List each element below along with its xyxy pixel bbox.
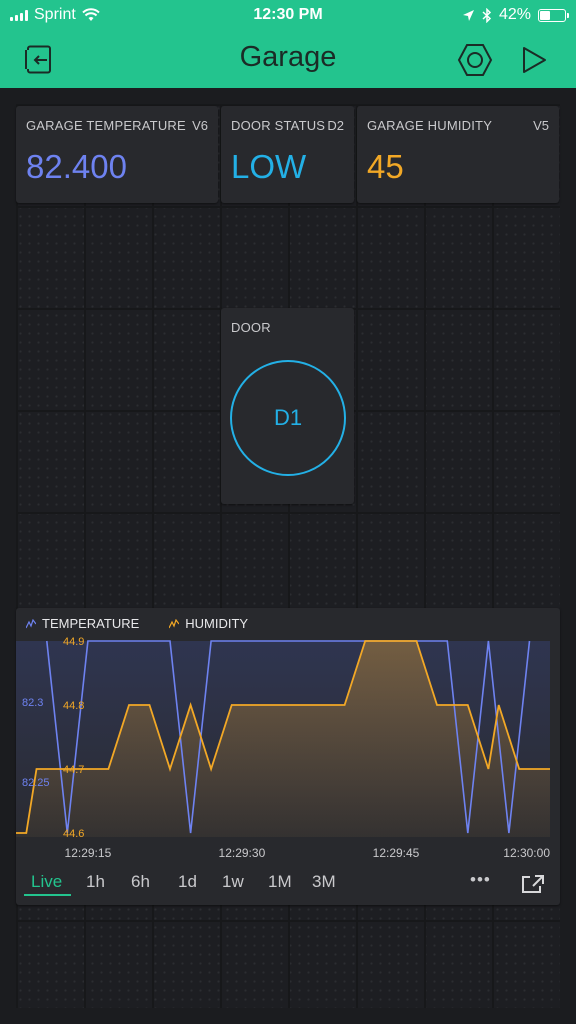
temperature-tick-label: 82.25	[22, 777, 50, 789]
humidity-label: GARAGE HUMIDITY	[367, 118, 493, 133]
status-bar: Sprint 12:30 PM 42%	[0, 0, 576, 32]
door-status-widget[interactable]: DOOR STATUS D2 LOW	[221, 106, 354, 203]
expand-icon[interactable]	[521, 874, 545, 894]
temperature-widget[interactable]: GARAGE TEMPERATURE V6 82.400	[16, 106, 218, 203]
period-1m[interactable]: 1M	[268, 872, 292, 892]
door-button-label: D1	[273, 405, 303, 430]
humidity-tick-label: 44.9	[63, 636, 84, 648]
period-1h[interactable]: 1h	[86, 872, 105, 892]
more-dots-icon[interactable]: •••	[470, 870, 491, 890]
x-tick-label: 12:29:45	[373, 846, 420, 860]
period-selector: Live 1h 6h 1d 1w 1M 3M •••	[16, 866, 558, 902]
temperature-tick-label: 82.3	[22, 697, 43, 709]
play-button[interactable]	[514, 40, 554, 80]
play-icon	[523, 47, 546, 73]
period-6h[interactable]: 6h	[131, 872, 150, 892]
door-label: DOOR	[231, 320, 271, 335]
hexagon-settings-icon	[457, 44, 493, 76]
humidity-tick-label: 44.8	[63, 700, 84, 712]
x-tick-label: 12:30:00	[503, 846, 550, 860]
temperature-pin: V6	[192, 118, 208, 133]
period-1w[interactable]: 1w	[222, 872, 244, 892]
header: Sprint 12:30 PM 42% Garage	[0, 0, 576, 88]
temperature-value: 82.400	[26, 148, 127, 185]
door-button-widget: DOOR D1	[221, 308, 354, 504]
active-period-underline	[24, 894, 71, 896]
period-live[interactable]: Live	[31, 872, 62, 892]
x-tick-label: 12:29:30	[219, 846, 266, 860]
door-status-label: DOOR STATUS	[231, 118, 326, 133]
humidity-pin: V5	[533, 118, 549, 133]
superchart-widget: TEMPERATURE HUMIDITY 44.9 44.8 44.7 44.6 82.…	[16, 608, 560, 905]
humidity-widget[interactable]: GARAGE HUMIDITY V5 45	[357, 106, 559, 203]
door-status-value: LOW	[231, 148, 307, 185]
temperature-label: GARAGE TEMPERATURE	[26, 118, 186, 133]
battery-percent: 42%	[498, 6, 531, 23]
nav-bar: Garage	[0, 32, 576, 88]
chart-plot[interactable]: 44.9 44.8 44.7 44.6 82.3 82.25 12:29:15 12:29:3…	[16, 608, 560, 866]
x-tick-label: 12:29:15	[65, 846, 112, 860]
period-1d[interactable]: 1d	[178, 872, 197, 892]
door-toggle-button[interactable]: D1	[230, 360, 346, 476]
humidity-value: 45	[367, 148, 404, 185]
humidity-tick-label: 44.7	[63, 764, 84, 776]
door-status-pin: D2	[327, 118, 344, 133]
period-3m[interactable]: 3M	[312, 872, 336, 892]
location-arrow-icon	[462, 9, 474, 21]
humidity-tick-label: 44.6	[63, 828, 84, 840]
bluetooth-icon	[482, 7, 492, 23]
battery-icon	[538, 8, 569, 22]
settings-button[interactable]	[455, 40, 495, 80]
